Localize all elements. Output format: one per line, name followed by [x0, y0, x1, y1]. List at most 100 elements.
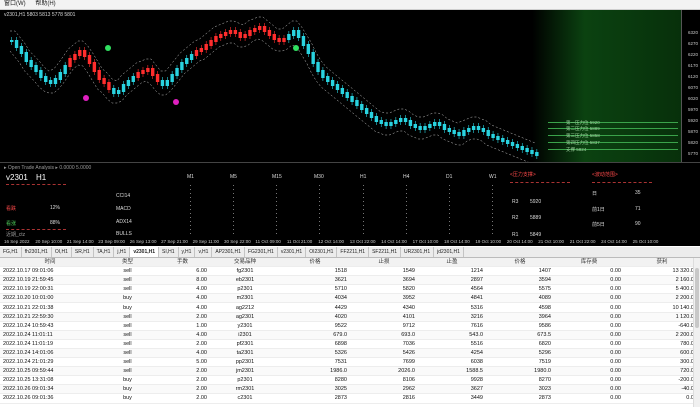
trade-cell: 5710	[280, 284, 350, 295]
trade-cell: 300.00	[624, 357, 700, 368]
trade-row[interactable]: 2022.10.24 11:01:19 sell 2.00 pf2301 6898 703…	[0, 339, 700, 349]
trade-row[interactable]: 2022.10.26 09:01:34 buy 2.00 rm2301 3025 2962…	[0, 384, 700, 395]
trade-cell: 4089	[486, 293, 554, 304]
candle-body	[296, 30, 301, 38]
trade-row[interactable]: 2022.10.24 21:01:29 sell 5.00 pp2301 7531 769…	[0, 357, 700, 368]
column-header[interactable]: 库存费	[554, 258, 624, 268]
column-header[interactable]: 获利	[624, 258, 700, 268]
trade-cell: 6038	[418, 357, 486, 368]
time-tick: 26 Sep 13:00	[129, 239, 157, 244]
trade-row[interactable]: 2022.10.21 22:01:38 buy 4.00 ag2212 4429 4340…	[0, 302, 700, 313]
chart-tab[interactable]: OI,H1	[52, 247, 72, 257]
trade-cell: ta2301	[210, 348, 280, 359]
candle-body	[107, 82, 111, 90]
candle-body	[491, 134, 495, 138]
trade-cell: 0.00	[554, 393, 624, 404]
chart-tab[interactable]: FF2211,H1	[337, 247, 370, 257]
chart-tab[interactable]: FG,H1	[0, 247, 22, 257]
chart-tab[interactable]: TA,H1	[94, 247, 115, 257]
trade-row[interactable]: 2022.10.25 13:31:08 buy 2.00 p2301 8280 8106 9…	[0, 375, 700, 386]
trade-cell: 2873	[280, 393, 350, 404]
trade-row[interactable]: 2022.10.19 22:00:31 sell 4.00 p2301 5710 5820…	[0, 284, 700, 295]
chart-tab[interactable]: j,H1	[114, 247, 131, 257]
trade-row[interactable]: 2022.10.24 10:59:43 sell 1.00 y2301 9522 9712…	[0, 321, 700, 331]
trade-cell: 2022.10.25 13:31:08	[0, 375, 100, 386]
trade-analysis-panel: ▸ Open Trade Analysis ▸ 0.0000 5.0000 v2…	[0, 162, 700, 238]
chart-tab[interactable]: v2301,H1	[130, 247, 160, 257]
trade-cell: 8.00	[155, 275, 210, 286]
candle-body	[321, 70, 325, 78]
trade-cell: 2.00	[155, 339, 210, 349]
chart-tab[interactable]: OI2301,H1	[306, 247, 338, 257]
column-header[interactable]: 止盈	[418, 258, 486, 268]
candle-body	[418, 126, 422, 130]
candle-body	[44, 76, 48, 82]
price-tick: 5770	[687, 151, 698, 156]
trade-cell: 2022.10.26 09:01:34	[0, 384, 100, 395]
trade-cell: buy	[100, 302, 155, 313]
chart-tab[interactable]: fh2301,H1	[22, 247, 52, 257]
candle-body	[243, 34, 247, 38]
trade-cell: 5296	[486, 348, 554, 359]
chart-tab[interactable]: v,H1	[195, 247, 213, 257]
price-chart[interactable]: v2301,H1 5803 5813 5778 5801 第一压力位 5920 …	[0, 10, 700, 162]
menu-item-help[interactable]: 帮助(H)	[35, 0, 55, 9]
column-header[interactable]: 类型	[100, 258, 155, 268]
chart-tab[interactable]: SI,H1	[159, 247, 179, 257]
menu-item-window[interactable]: 窗口(W)	[4, 0, 26, 9]
trade-cell: c2301	[210, 393, 280, 404]
trade-cell: 4034	[280, 293, 350, 304]
column-header[interactable]: 止损	[350, 258, 418, 268]
candle-body	[131, 76, 135, 82]
trade-row[interactable]: 2022.10.20 10:01:00 buy 4.00 m2301 4034 3952 4…	[0, 293, 700, 304]
chart-tab[interactable]: FG2301,H1	[245, 247, 278, 257]
candle-body	[170, 74, 174, 82]
price-tick: 6320	[687, 30, 698, 35]
chart-tab[interactable]: UR2301,H1	[401, 247, 435, 257]
divider	[510, 182, 570, 183]
trade-row[interactable]: 2022.10.25 09:59:44 sell 2.00 jm2301 1986.0 2…	[0, 366, 700, 377]
candle-body	[233, 30, 238, 34]
trade-row[interactable]: 2022.10.19 21:59:45 sell 8.00 eb2301 3621 369…	[0, 275, 700, 286]
trade-cell: 0.00	[554, 375, 624, 386]
trade-row[interactable]: 2022.10.24 11:01:11 sell 4.00 i2301 679.0 693…	[0, 330, 700, 340]
trade-cell: rm2301	[210, 384, 280, 395]
trade-cell: buy	[100, 293, 155, 304]
candle-body	[165, 80, 169, 86]
candle-body	[248, 30, 252, 36]
trade-cell: 1407	[486, 266, 554, 277]
candle-body	[257, 26, 262, 30]
candle-body	[14, 40, 19, 48]
candle-body	[204, 44, 208, 50]
column-header[interactable]: 时间	[0, 258, 100, 268]
chart-tab[interactable]: AP2301,H1	[212, 247, 245, 257]
chart-tab[interactable]: SR,H1	[72, 247, 94, 257]
trade-cell: 2022.10.24 10:59:43	[0, 321, 100, 331]
column-header[interactable]: 价格	[280, 258, 350, 268]
column-header[interactable]: 交易品种	[210, 258, 280, 268]
chart-tab[interactable]: jd2301,H1	[434, 247, 464, 257]
level-label: 第二压力位 5889	[566, 126, 600, 131]
trade-row[interactable]: 2022.10.24 14:01:06 sell 4.00 ta2301 5326 542…	[0, 348, 700, 359]
chart-tab[interactable]: y,H1	[179, 247, 196, 257]
trade-cell: 3023	[486, 384, 554, 395]
trade-cell: buy	[100, 375, 155, 386]
divider	[6, 229, 66, 230]
trade-row[interactable]: 2022.10.26 09:01:36 buy 2.00 c2301 2873 2816 3…	[0, 393, 700, 404]
trade-row[interactable]: 2022.10.17 09:01:06 sell 6.00 fg2301 1518 154…	[0, 266, 700, 277]
column-header[interactable]: 价格	[486, 258, 554, 268]
candle-body	[486, 130, 490, 136]
band-line	[10, 16, 536, 144]
trade-row[interactable]: 2022.10.21 22:59:30 sell 2.00 ag2301 4020 410…	[0, 312, 700, 322]
chart-tab[interactable]: v2301,H1	[278, 247, 307, 257]
candle-body	[253, 28, 257, 32]
timeframe-label: W1	[489, 174, 497, 180]
chart-tab[interactable]: SF2211,H1	[369, 247, 401, 257]
column-header[interactable]: 手数	[155, 258, 210, 268]
candle-body	[180, 62, 184, 70]
candle-body	[34, 65, 38, 72]
candle-body	[452, 130, 456, 134]
trade-cell: 4.00	[155, 330, 210, 340]
table-scrollbar-thumb[interactable]	[695, 268, 699, 328]
trade-cell: 3449	[418, 393, 486, 404]
